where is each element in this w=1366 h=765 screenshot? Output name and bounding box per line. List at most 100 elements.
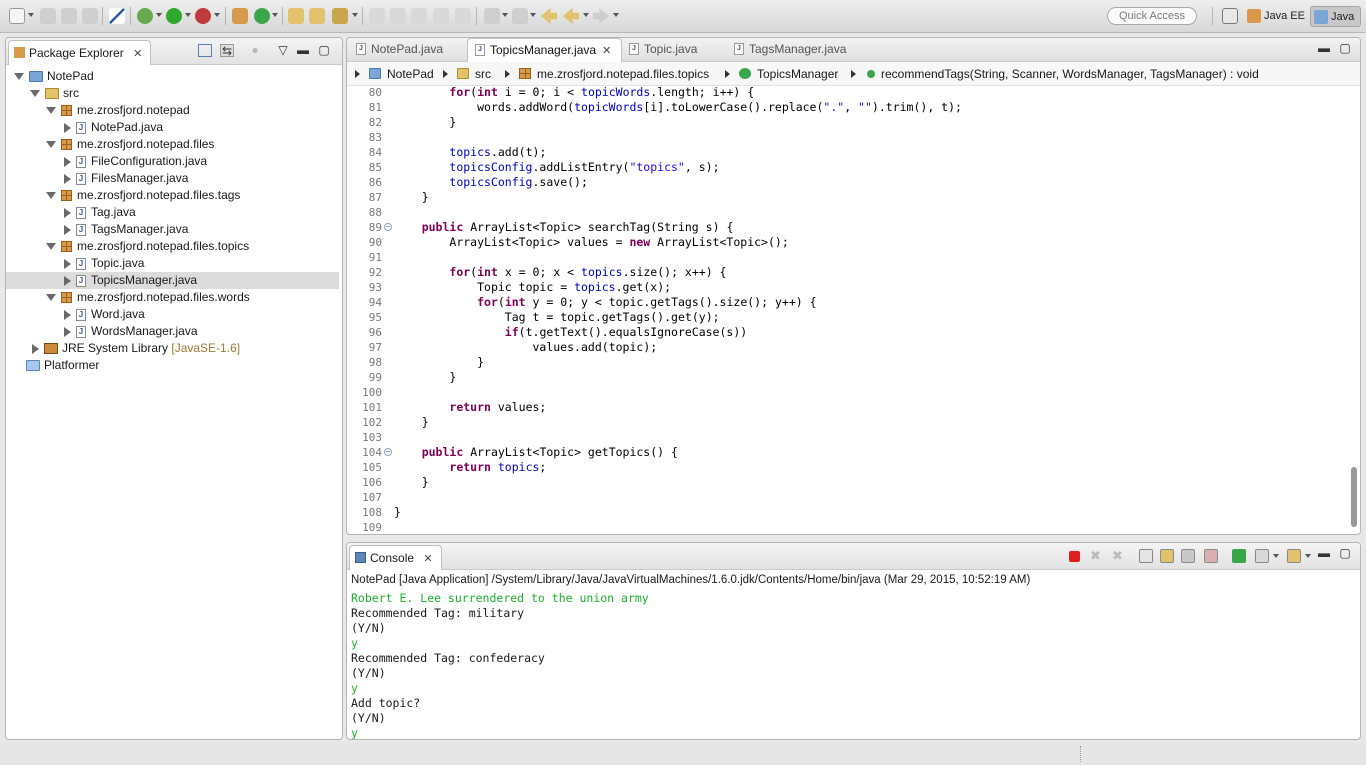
code-line[interactable]: 89− public ArrayList<Topic> searchTag(St… <box>347 220 1347 235</box>
external-tools-dropdown-icon[interactable] <box>214 13 220 17</box>
code-line[interactable]: 95 Tag t = topic.getTags().get(y); <box>347 310 1347 325</box>
code-line[interactable]: 81 words.addWord(topicWords[i].toLowerCa… <box>347 100 1347 115</box>
maximize-icon[interactable]: ▢ <box>1338 547 1352 560</box>
open-type-icon[interactable] <box>288 8 304 24</box>
code-line[interactable]: 98 } <box>347 355 1347 370</box>
debug-icon[interactable] <box>137 8 153 24</box>
tree-item-package[interactable]: me.zrosfjord.notepad.files.topics <box>46 238 249 255</box>
tab-package-explorer[interactable]: Package Explorer ✕ <box>8 40 152 65</box>
tree-item-project[interactable]: NotePad <box>14 68 94 85</box>
breadcrumb-item-method[interactable]: recommendTags(String, Scanner, WordsMana… <box>867 62 1259 86</box>
last-edit-location-icon[interactable] <box>541 8 557 24</box>
open-console-icon[interactable] <box>1287 549 1301 563</box>
close-icon[interactable]: ✕ <box>133 48 142 60</box>
remove-launch-icon[interactable]: ✖ <box>1090 549 1104 563</box>
tree-item-java-file[interactable]: J Word.java <box>62 306 145 323</box>
tree-item-java-file-selected[interactable]: J TopicsManager.java <box>6 272 339 289</box>
expand-arrow-icon[interactable] <box>64 122 71 133</box>
link-with-editor-icon[interactable]: ⇆ <box>220 44 234 57</box>
quick-access-input[interactable]: Quick Access <box>1107 7 1197 25</box>
perspective-java-ee[interactable]: Java EE <box>1247 6 1305 27</box>
minimize-icon[interactable]: ▬ <box>296 44 310 57</box>
expand-arrow-icon[interactable] <box>14 73 24 81</box>
expand-arrow-icon[interactable] <box>64 173 71 184</box>
editor-tab-topicsmanager[interactable]: J TopicsManager.java ✕ <box>467 38 623 63</box>
code-line[interactable]: 90 ArrayList<Topic> values = new ArrayLi… <box>347 235 1347 250</box>
code-line[interactable]: 91 <box>347 250 1347 265</box>
breadcrumb-item-project[interactable]: NotePad <box>369 62 434 86</box>
tree-item-package[interactable]: me.zrosfjord.notepad.files.words <box>46 289 250 306</box>
tree-item-java-file[interactable]: J FileConfiguration.java <box>62 153 207 170</box>
code-line[interactable]: 92 for(int x = 0; x < topics.size(); x++… <box>347 265 1347 280</box>
new-class-dropdown-icon[interactable] <box>272 13 278 17</box>
next-annotation-icon[interactable] <box>369 8 385 24</box>
tree-item-package[interactable]: me.zrosfjord.notepad.files.tags <box>46 187 240 204</box>
expand-arrow-icon[interactable] <box>46 192 56 200</box>
editor-tab-topic[interactable]: J Topic.java <box>622 38 697 62</box>
expand-arrow-icon[interactable] <box>46 141 56 149</box>
perspective-java[interactable]: Java <box>1310 6 1362 27</box>
tree-item-java-file[interactable]: J NotePad.java <box>62 119 163 136</box>
code-line[interactable]: 84 topics.add(t); <box>347 145 1347 160</box>
tree-item-java-file[interactable]: J WordsManager.java <box>62 323 198 340</box>
code-line[interactable]: 106 } <box>347 475 1347 490</box>
editor-scroll-thumb[interactable] <box>1351 467 1357 527</box>
close-icon[interactable]: ✕ <box>423 553 432 565</box>
tab-console[interactable]: Console ✕ <box>349 545 442 570</box>
save-all-icon[interactable] <box>61 8 77 24</box>
expand-arrow-icon[interactable] <box>64 275 71 286</box>
show-console-on-stderr-icon[interactable] <box>1204 549 1218 563</box>
expand-arrow-icon[interactable] <box>64 207 71 218</box>
save-icon[interactable] <box>40 8 56 24</box>
open-task-icon[interactable] <box>309 8 325 24</box>
code-line[interactable]: 93 Topic topic = topics.get(x); <box>347 280 1347 295</box>
code-line[interactable]: 109 <box>347 520 1347 534</box>
expand-arrow-icon[interactable] <box>64 224 71 235</box>
code-line[interactable]: 83 <box>347 130 1347 145</box>
expand-arrow-icon[interactable] <box>46 294 56 302</box>
minimize-icon[interactable]: ▬ <box>1317 42 1331 55</box>
show-whitespace-icon[interactable] <box>433 8 449 24</box>
code-line[interactable]: 87 } <box>347 190 1347 205</box>
print-icon[interactable] <box>82 8 98 24</box>
tree-item-source-folder[interactable]: src <box>30 85 79 102</box>
fold-toggle-icon[interactable]: − <box>384 448 392 456</box>
new-icon[interactable] <box>9 8 25 24</box>
expand-arrow-icon[interactable] <box>32 343 39 354</box>
code-line[interactable]: 101 return values; <box>347 400 1347 415</box>
maximize-icon[interactable]: ▢ <box>317 44 331 57</box>
breadcrumb-item-src[interactable]: src <box>457 62 491 86</box>
toggle-block-selection-icon[interactable] <box>411 8 427 24</box>
skip-breakpoints-icon[interactable] <box>109 8 125 24</box>
tree-item-folder[interactable]: Platformer <box>26 357 99 374</box>
scroll-lock-icon[interactable] <box>1160 549 1174 563</box>
code-line[interactable]: 107 <box>347 490 1347 505</box>
code-line[interactable]: 88 <box>347 205 1347 220</box>
view-menu-icon[interactable]: ▽ <box>276 44 290 57</box>
expand-arrow-icon[interactable] <box>64 326 71 337</box>
code-line[interactable]: 94 for(int y = 0; y < topic.getTags().si… <box>347 295 1347 310</box>
editor-tab-notepad[interactable]: J NotePad.java <box>349 38 467 62</box>
tree-item-java-file[interactable]: J Tag.java <box>62 204 136 221</box>
tree-item-java-file[interactable]: J TagsManager.java <box>62 221 188 238</box>
close-icon[interactable]: ✕ <box>602 45 611 57</box>
breadcrumb-item-package[interactable]: me.zrosfjord.notepad.files.topics <box>519 62 709 86</box>
debug-dropdown-icon[interactable] <box>156 13 162 17</box>
collapse-all-icon[interactable] <box>198 44 212 57</box>
code-line[interactable]: 108} <box>347 505 1347 520</box>
clear-console-icon[interactable] <box>1139 549 1153 563</box>
console-output[interactable]: Robert E. Lee surrendered to the union a… <box>351 591 649 739</box>
tree-item-java-file[interactable]: J Topic.java <box>62 255 144 272</box>
next-annotation-nav-icon[interactable] <box>484 8 500 24</box>
new-java-package-icon[interactable] <box>232 8 248 24</box>
code-line[interactable]: 80 for(int i = 0; i < topicWords.length;… <box>347 87 1347 100</box>
pin-console-icon[interactable] <box>1232 549 1246 563</box>
previous-annotation-dropdown-icon[interactable] <box>530 13 536 17</box>
display-selected-console-icon[interactable] <box>1255 549 1269 563</box>
code-line[interactable]: 100 <box>347 385 1347 400</box>
run-icon[interactable] <box>166 8 182 24</box>
remove-all-terminated-icon[interactable]: ✖ <box>1112 549 1126 563</box>
back-icon[interactable] <box>563 8 579 24</box>
code-line[interactable]: 102 } <box>347 415 1347 430</box>
code-line[interactable]: 103 <box>347 430 1347 445</box>
